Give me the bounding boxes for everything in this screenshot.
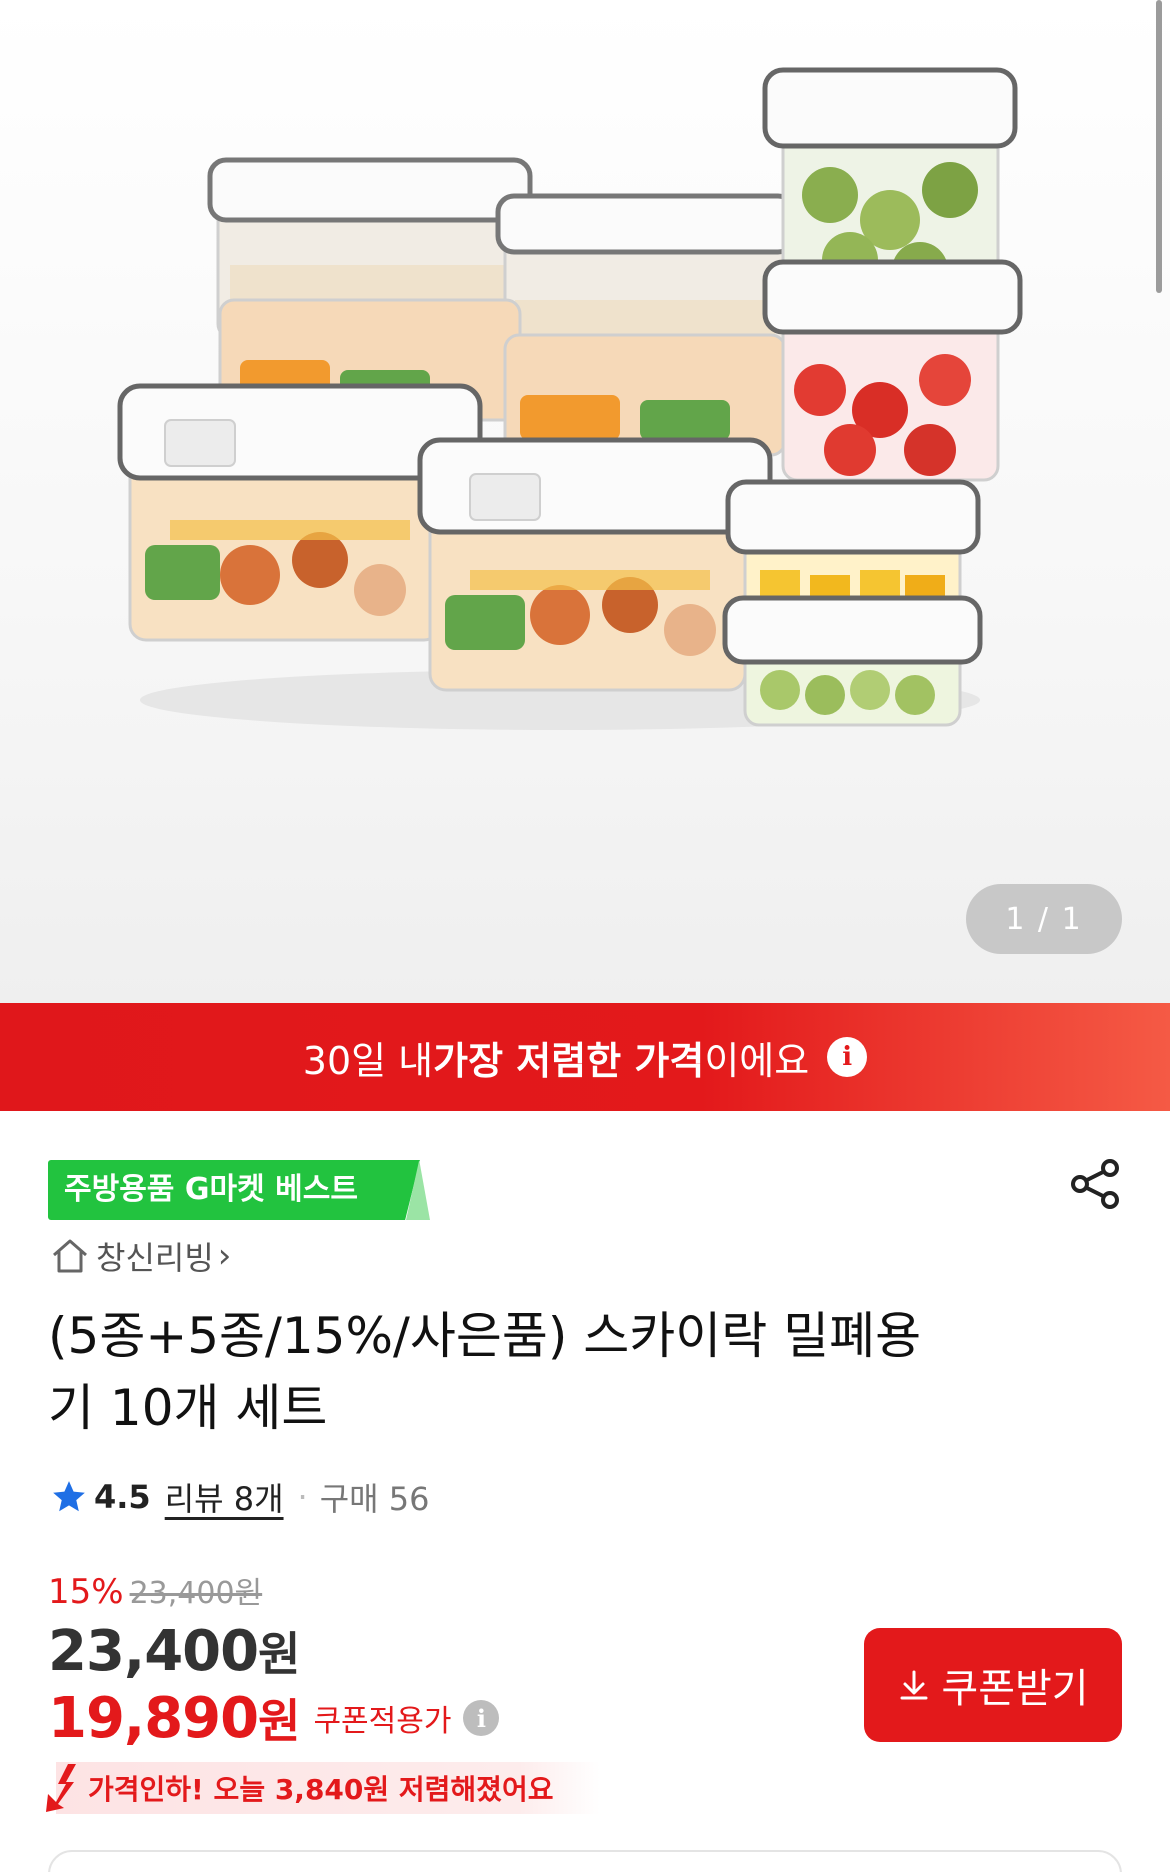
coupon-price-number: 19,890 xyxy=(48,1685,259,1751)
option-selector-card[interactable] xyxy=(48,1850,1122,1872)
get-coupon-label: 쿠폰받기 xyxy=(941,1666,1089,1712)
star-icon xyxy=(53,1481,85,1512)
price-down-arrow-icon xyxy=(46,1764,76,1812)
rating-row: 4.5 리뷰 8개 · 구매 56 xyxy=(50,1472,430,1522)
review-link[interactable]: 리뷰 8개 xyxy=(165,1474,284,1520)
help-icon[interactable]: i xyxy=(463,1700,500,1736)
banner-suffix: 이에요 xyxy=(704,1038,810,1083)
price-drop-text: 가격인하! 오늘 3,840원 저렴해졌어요 xyxy=(88,1773,554,1806)
current-price: 23,400원 xyxy=(48,1618,300,1684)
get-coupon-button[interactable]: 쿠폰받기 xyxy=(864,1628,1122,1742)
share-icon[interactable] xyxy=(1068,1156,1124,1212)
separator-dot: · xyxy=(297,1478,308,1516)
current-price-number: 23,400 xyxy=(48,1619,259,1684)
purchase-count: 구매 56 xyxy=(319,1480,430,1518)
current-price-unit: 원 xyxy=(258,1627,300,1681)
store-link[interactable]: 창신리빙 › xyxy=(50,1234,231,1278)
lowest-price-banner: 30일 내 가장 저렴한 가격 이에요 i xyxy=(0,1003,1170,1111)
best-badge: 주방용품 G마켓 베스트 xyxy=(48,1160,430,1220)
info-icon[interactable]: i xyxy=(827,1037,868,1077)
banner-strong: 가장 저렴한 가격 xyxy=(433,1038,705,1083)
product-title: (5종+5종/15%/사은품) 스카이락 밀폐용 기 10개 세트 xyxy=(48,1300,1048,1444)
product-image-carousel[interactable]: 1 / 1 xyxy=(0,0,1170,1003)
coupon-price-row: 19,890 원 쿠폰적용가 i xyxy=(48,1682,500,1754)
discount-percent: 15% xyxy=(48,1572,124,1612)
banner-prefix: 30일 내 xyxy=(302,1038,434,1083)
coupon-price-label: 쿠폰적용가 xyxy=(313,1704,452,1739)
original-price: 23,400원 xyxy=(129,1576,263,1611)
page-scrollbar[interactable] xyxy=(1156,0,1162,293)
download-icon xyxy=(900,1670,928,1700)
coupon-price-unit: 원 xyxy=(258,1694,300,1748)
product-title-line1: (5종+5종/15%/사은품) 스카이락 밀폐용 xyxy=(48,1307,922,1365)
image-counter: 1 / 1 xyxy=(966,884,1122,954)
store-name: 창신리빙 xyxy=(96,1239,214,1277)
home-icon xyxy=(53,1239,87,1273)
rating-score: 4.5 xyxy=(94,1478,151,1516)
product-photo xyxy=(117,67,1023,730)
discount-row: 15% 23,400원 xyxy=(48,1568,262,1612)
price-drop-notice: 가격인하! 오늘 3,840원 저렴해졌어요 xyxy=(44,1762,600,1814)
chevron-right-icon: › xyxy=(217,1236,232,1276)
best-badge-label: 주방용품 G마켓 베스트 xyxy=(64,1172,358,1207)
product-title-line2: 기 10개 세트 xyxy=(48,1379,328,1437)
